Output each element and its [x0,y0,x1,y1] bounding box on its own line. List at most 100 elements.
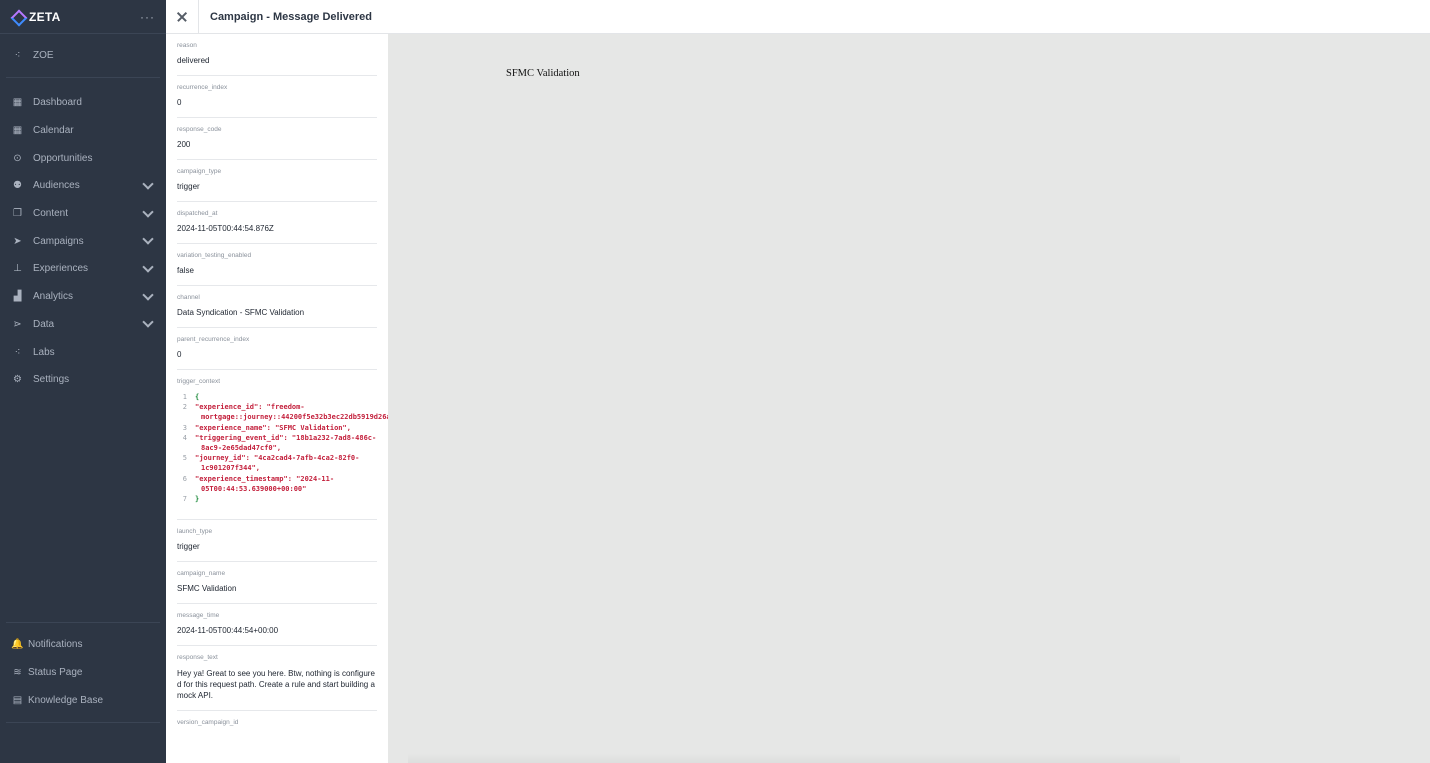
prop-version-campaign-id: version_campaign_id [177,711,377,742]
prop-message-time: message_time 2024-11-05T00:44:54+00:00 [177,604,377,647]
divider [6,621,160,623]
code-line: 2 "experience_id": "freedom-mortgage::jou… [177,402,388,422]
prop-value: SFMC Validation [177,584,237,594]
sidebar: ZETA ··· ⁖ ZOE ▦ Dashboard ▦ Calendar ⊙ Oppor… [0,0,166,763]
properties-panel[interactable]: reason delivered recurrence_index 0 resp… [166,34,388,763]
sidebar-item-notifications[interactable]: 🔔 Notifications [0,631,166,659]
sidebar-item-analytics[interactable]: ▟ Analytics [0,283,166,311]
prop-value: 0 [177,98,182,107]
sidebar-item-campaigns[interactable]: ➤ Campaigns [0,227,166,255]
calendar-icon: ▦ [12,125,23,137]
sidebar-item-label: Calendar [33,125,74,137]
code-line: 7} [177,494,377,504]
prop-label: parent_recurrence_index [177,336,250,343]
sidebar-item-label: Experiences [33,263,89,275]
prop-label: trigger_context [177,378,220,385]
code-text: "experience_name": "SFMC Validation", [195,423,351,432]
prop-value: Data Syndication - SFMC Validation [177,308,305,317]
zeta-logo-icon [11,10,24,23]
paper-plane-icon: ➤ [13,235,22,247]
detail-header: Campaign - Message Delivered [166,0,1430,34]
prop-response-text: response_text Hey ya! Great to see you h… [177,646,377,712]
sidebar-item-data[interactable]: ⋗ Data [0,311,166,339]
close-button[interactable] [166,0,199,34]
code-text: "experience_timestamp": "2024-11-05T00:4… [195,474,335,493]
prop-label: response_code [177,126,222,133]
prop-label: response_text [177,654,218,662]
prop-label: variation_testing_enabled [177,252,252,259]
sidebar-item-audiences[interactable]: ⚉ Audiences [0,172,166,200]
labs-icon: ⁖ [14,346,21,358]
prop-response-code: response_code 200 [177,118,377,160]
prop-label: reason [177,42,197,49]
prop-parent-recurrence-index: parent_recurrence_index 0 [177,328,377,370]
chevron-down-icon[interactable] [142,316,154,329]
sidebar-item-label: Content [33,208,69,220]
prop-value: 2024-11-05T00:44:54+00:00 [177,626,279,636]
chevron-down-icon[interactable] [142,233,154,245]
prop-label: channel [177,294,200,301]
sidebar-item-settings[interactable]: ⚙ Settings [0,366,166,394]
prop-value: trigger [177,182,200,191]
zoe-item[interactable]: ⁖ ZOE [6,34,160,78]
sidebar-item-dashboard[interactable]: ▦ Dashboard [0,89,166,117]
code-line: 3 "experience_name": "SFMC Validation", [177,423,377,433]
prop-campaign-type: campaign_type trigger [177,160,377,202]
sidebar-item-content[interactable]: ❐ Content [0,200,166,228]
sidebar-item-label: Knowledge Base [28,694,104,706]
sidebar-item-experiences[interactable]: ⊥ Experiences [0,255,166,283]
prop-variation-testing-enabled: variation_testing_enabled false [177,244,377,286]
prop-value: 0 [177,350,182,359]
prop-dispatched-at: dispatched_at 2024-11-05T00:44:54.876Z [177,202,377,244]
prop-label: campaign_name [177,570,226,578]
prop-value: delivered [177,56,210,65]
line-number: 5 [182,454,187,463]
main-nav: ▦ Dashboard ▦ Calendar ⊙ Opportunities ⚉ Audien… [0,78,166,394]
sidebar-item-label: Analytics [33,291,74,303]
sidebar-item-knowledge-base[interactable]: ▤ Knowledge Base [0,686,166,714]
sidebar-item-label: Audiences [33,180,80,192]
hierarchy-icon: ⊥ [13,263,22,275]
brand-bar: ZETA ··· [0,0,166,34]
sidebar-item-label: Dashboard [33,97,82,109]
prop-recurrence-index: recurrence_index 0 [177,76,377,118]
prop-trigger-context: trigger_context 1{2 "experience_id": "fre… [177,370,388,521]
sidebar-item-status-page[interactable]: ≋ Status Page [0,659,166,687]
line-number: 7 [182,495,187,504]
prop-campaign-name: campaign_name SFMC Validation [177,562,377,605]
prop-label: recurrence_index [177,84,228,91]
prop-label: message_time [177,612,220,620]
line-number: 2 [182,403,187,412]
sidebar-item-label: Settings [33,374,70,386]
sidebar-item-labs[interactable]: ⁖ Labs [0,338,166,366]
brand-name: ZETA [29,9,61,24]
preview-text: SFMC Validation [506,68,580,79]
line-number: 4 [182,433,187,442]
line-number: 1 [182,393,187,401]
sidebar-item-label: Campaigns [33,235,84,247]
sidebar-item-opportunities[interactable]: ⊙ Opportunities [0,144,166,172]
bell-icon: 🔔 [11,639,24,651]
code-text: { [195,393,200,401]
sparkle-icon: ⁖ [14,50,21,61]
data-icon: ⋗ [13,318,22,330]
preview-shadow [408,753,1180,763]
prop-value: false [177,266,194,275]
book-icon: ▤ [12,694,23,706]
chevron-down-icon[interactable] [142,205,154,218]
code-line: 1{ [177,392,377,402]
chevron-down-icon[interactable] [142,288,154,301]
sidebar-item-calendar[interactable]: ▦ Calendar [0,117,166,145]
dashboard-icon: ▦ [12,97,23,109]
prop-label: campaign_type [177,168,222,175]
chart-icon: ▟ [13,291,22,303]
more-options-icon[interactable]: ··· [140,10,155,24]
chevron-down-icon[interactable] [142,261,154,273]
code-line: 5 "journey_id": "4ca2cad4-7afb-4ca2-82f0-… [177,453,377,473]
prop-label: version_campaign_id [177,719,239,727]
sidebar-item-label: Data [33,318,55,330]
prop-label: launch_type [177,528,213,536]
json-code-block[interactable]: 1{2 "experience_id": "freedom-mortgage::j… [177,392,388,510]
chevron-down-icon[interactable] [142,178,154,190]
prop-value: 2024-11-05T00:44:54.876Z [177,224,274,233]
